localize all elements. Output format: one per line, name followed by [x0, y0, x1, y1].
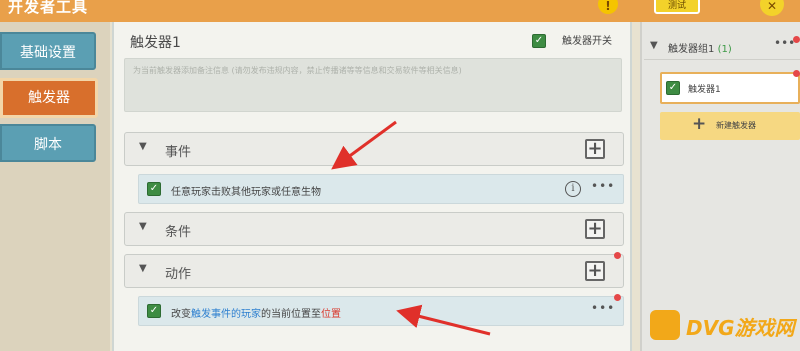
trigger-list-item[interactable]: ✓ 触发器1 — [660, 72, 800, 104]
trigger-list-item-label: 触发器1 — [688, 85, 721, 95]
checkbox-checked-icon[interactable]: ✓ — [147, 304, 161, 318]
sidebar-item-triggers[interactable]: 触发器 — [0, 78, 98, 118]
action-text: 改变触发事件的玩家的当前位置至位置 — [171, 305, 341, 320]
more-options-icon[interactable]: ••• — [591, 179, 615, 193]
event-row[interactable]: ✓ 任意玩家击败其他玩家或任意生物 i ••• — [138, 174, 624, 204]
collapse-triangle-icon[interactable]: ▼ — [139, 221, 147, 232]
new-trigger-button[interactable]: + 新建触发器 — [660, 112, 800, 140]
action-text-middle: 的当前位置至 — [261, 309, 321, 320]
notification-dot — [793, 36, 800, 43]
add-action-button[interactable]: + — [585, 261, 605, 281]
action-link-position[interactable]: 位置 — [321, 309, 341, 320]
section-event[interactable]: ▼ 事件 + — [124, 132, 624, 166]
trigger-group-count: (1) — [717, 44, 732, 55]
section-action[interactable]: ▼ 动作 + — [124, 254, 624, 288]
top-bar: 开发者工具 ! 测试 ✕ — [0, 0, 800, 22]
close-icon[interactable]: ✕ — [760, 0, 784, 16]
more-options-icon[interactable]: ••• — [591, 301, 615, 315]
test-button[interactable]: 测试 — [654, 0, 700, 14]
action-row[interactable]: ✓ 改变触发事件的玩家的当前位置至位置 ••• — [138, 296, 624, 326]
trigger-group-label: 触发器组1 — [668, 44, 715, 55]
gamepad-logo-icon — [650, 310, 680, 340]
checkbox-checked-icon[interactable]: ✓ — [532, 34, 546, 48]
trigger-group-panel: ▼ 触发器组1 (1) ••• ✓ 触发器1 + 新建触发器 — [640, 22, 800, 351]
notification-dot — [614, 294, 621, 301]
app-title: 开发者工具 — [8, 0, 89, 16]
checkbox-checked-icon[interactable]: ✓ — [147, 182, 161, 196]
trigger-editor: 触发器1 ✓ 触发器开关 为当前触发器添加备注信息 (请勿发布违规内容，禁止传播… — [112, 22, 632, 351]
new-trigger-label: 新建触发器 — [716, 121, 756, 130]
sidebar-item-basic-settings[interactable]: 基础设置 — [0, 32, 96, 70]
add-event-button[interactable]: + — [585, 139, 605, 159]
info-icon[interactable]: i — [565, 181, 581, 197]
collapse-triangle-icon[interactable]: ▼ — [139, 263, 147, 274]
notification-dot — [614, 252, 621, 259]
checkbox-checked-icon[interactable]: ✓ — [666, 81, 680, 95]
section-event-title: 事件 — [165, 145, 192, 160]
section-action-title: 动作 — [165, 267, 192, 282]
section-condition[interactable]: ▼ 条件 + — [124, 212, 624, 246]
trigger-description-field[interactable]: 为当前触发器添加备注信息 (请勿发布违规内容，禁止传播诸等等信息和交易软件等相关… — [124, 58, 622, 112]
notification-dot — [793, 70, 800, 77]
sidebar-item-scripts[interactable]: 脚本 — [0, 124, 96, 162]
add-condition-button[interactable]: + — [585, 219, 605, 239]
trigger-switch-label: 触发器开关 — [562, 36, 612, 47]
event-text: 任意玩家击败其他玩家或任意生物 — [171, 187, 321, 198]
action-text-prefix: 改变 — [171, 309, 191, 320]
trigger-title: 触发器1 — [130, 35, 181, 51]
trigger-group-name: 触发器组1 (1) — [668, 40, 732, 55]
trigger-group-header[interactable]: ▼ 触发器组1 (1) ••• — [644, 36, 800, 60]
action-link-player[interactable]: 触发事件的玩家 — [191, 309, 261, 320]
trigger-switch[interactable]: ✓ 触发器开关 — [532, 34, 642, 50]
watermark: DVG游戏网 — [650, 308, 796, 346]
plus-icon: + — [692, 114, 707, 134]
section-condition-title: 条件 — [165, 225, 192, 240]
help-icon[interactable]: ! — [598, 0, 618, 14]
watermark-text: DVG游戏网 — [686, 316, 795, 340]
sidebar: 基础设置 触发器 脚本 — [0, 22, 110, 351]
collapse-triangle-icon[interactable]: ▼ — [139, 141, 147, 152]
collapse-triangle-icon[interactable]: ▼ — [650, 40, 658, 51]
